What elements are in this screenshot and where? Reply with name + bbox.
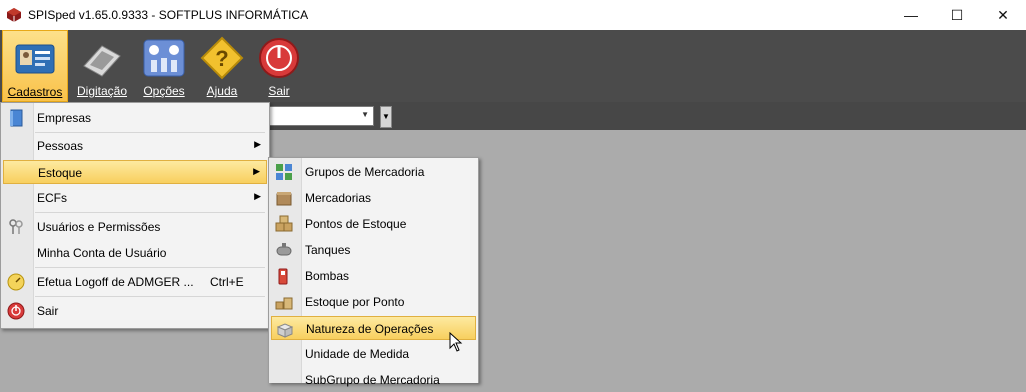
combo-options-button[interactable]: ▼ bbox=[380, 106, 392, 128]
menu-item-estoque[interactable]: Estoque ▶ bbox=[3, 160, 267, 184]
submenu-arrow-icon: ▶ bbox=[254, 139, 261, 149]
menu-separator bbox=[35, 132, 265, 133]
company-select[interactable]: ▼ bbox=[268, 106, 374, 126]
menu-item-ecfs[interactable]: ECFs ▶ bbox=[3, 186, 267, 210]
id-card-icon bbox=[15, 44, 55, 74]
toolbar-label-sair: Sair bbox=[268, 84, 290, 98]
mouse-cursor-icon bbox=[449, 332, 463, 352]
stock-icon bbox=[275, 297, 293, 310]
title-bar: SPISped v1.65.0.9333 - SOFTPLUS INFORMÁT… bbox=[0, 0, 1026, 30]
submenu-arrow-icon: ▶ bbox=[253, 166, 260, 176]
menu-item-mercadorias[interactable]: Mercadorias bbox=[271, 186, 476, 210]
menu-item-subgrupo-mercadoria[interactable]: SubGrupo de Mercadoria bbox=[271, 368, 476, 392]
toolbar-label-opcoes: Opções bbox=[143, 84, 185, 98]
menu-item-label: Minha Conta de Usuário bbox=[37, 246, 167, 260]
menu-item-label: Pontos de Estoque bbox=[305, 217, 407, 231]
menu-item-grupos-mercadoria[interactable]: Grupos de Mercadoria bbox=[271, 160, 476, 184]
toolbar-button-cadastros[interactable]: Cadastros bbox=[2, 30, 68, 102]
toolbar-button-digitacao[interactable]: Digitação bbox=[72, 30, 132, 102]
menu-item-label: Usuários e Permissões bbox=[37, 220, 161, 234]
menu-item-label: Tanques bbox=[305, 243, 351, 257]
menu-item-sair[interactable]: Sair bbox=[3, 299, 267, 323]
menu-item-label: Empresas bbox=[37, 111, 92, 125]
menu-item-label: Estoque bbox=[38, 166, 83, 180]
menu-item-estoque-por-ponto[interactable]: Estoque por Ponto bbox=[271, 290, 476, 314]
settings-panel-icon bbox=[143, 39, 185, 77]
toolbar-button-ajuda[interactable]: ? Ajuda bbox=[196, 30, 248, 102]
maximize-button[interactable]: ☐ bbox=[934, 0, 980, 30]
power-icon bbox=[7, 302, 25, 320]
menu-item-label: Mercadorias bbox=[305, 191, 372, 205]
menu-item-efetua-logoff[interactable]: Efetua Logoff de ADMGER ... Ctrl+E bbox=[3, 270, 267, 294]
minimize-button[interactable]: — bbox=[888, 0, 934, 30]
menu-item-pessoas[interactable]: Pessoas ▶ bbox=[3, 134, 267, 158]
toolbar-label-cadastros: Cadastros bbox=[7, 85, 63, 99]
power-icon bbox=[259, 38, 299, 78]
boxes-icon bbox=[275, 215, 293, 232]
chevron-down-icon: ▼ bbox=[361, 110, 369, 119]
menu-item-natureza-operacoes[interactable]: Natureza de Operações bbox=[271, 316, 476, 340]
help-icon: ? bbox=[200, 36, 244, 80]
book-icon bbox=[10, 109, 23, 127]
menu-item-label: Efetua Logoff de ADMGER ... bbox=[37, 275, 194, 289]
menu-item-usuarios-permissoes[interactable]: Usuários e Permissões bbox=[3, 215, 267, 239]
open-box-icon bbox=[276, 323, 294, 338]
grid-icon bbox=[276, 164, 292, 180]
menu-item-minha-conta[interactable]: Minha Conta de Usuário bbox=[3, 241, 267, 265]
menu-item-pontos-estoque[interactable]: Pontos de Estoque bbox=[271, 212, 476, 236]
main-toolbar: Cadastros Digitação Opções ? Ajuda Sair bbox=[0, 30, 1026, 102]
estoque-submenu: Grupos de Mercadoria Mercadorias Pontos … bbox=[268, 157, 479, 387]
keyboard-icon bbox=[83, 45, 121, 77]
menu-item-shortcut: Ctrl+E bbox=[210, 275, 244, 289]
menu-item-label: SubGrupo de Mercadoria bbox=[305, 373, 440, 387]
menu-separator bbox=[35, 296, 265, 297]
window-title: SPISped v1.65.0.9333 - SOFTPLUS INFORMÁT… bbox=[28, 8, 309, 22]
toolbar-button-sair[interactable]: Sair bbox=[252, 30, 306, 102]
menu-separator bbox=[35, 212, 265, 213]
menu-item-unidade-medida[interactable]: Unidade de Medida bbox=[271, 342, 476, 366]
submenu-arrow-icon: ▶ bbox=[254, 191, 261, 201]
menu-item-tanques[interactable]: Tanques bbox=[271, 238, 476, 262]
toolbar-label-ajuda: Ajuda bbox=[206, 84, 238, 98]
menu-item-label: Pessoas bbox=[37, 139, 84, 153]
cadastros-menu: Empresas Pessoas ▶ Estoque ▶ ECFs ▶ Usuá… bbox=[0, 102, 270, 329]
menu-item-bombas[interactable]: Bombas bbox=[271, 264, 476, 288]
menu-item-label: Bombas bbox=[305, 269, 350, 283]
menu-item-empresas[interactable]: Empresas bbox=[3, 106, 267, 130]
toolbar-button-opcoes[interactable]: Opções bbox=[136, 30, 192, 102]
toolbar-label-digitacao: Digitação bbox=[76, 84, 128, 98]
menu-item-label: ECFs bbox=[37, 191, 67, 205]
menu-separator bbox=[35, 267, 265, 268]
keys-icon bbox=[9, 219, 23, 234]
tank-icon bbox=[276, 243, 292, 256]
svg-text:?: ? bbox=[215, 46, 228, 71]
box-icon bbox=[276, 192, 292, 206]
clock-icon bbox=[7, 273, 25, 291]
menu-item-label: Estoque por Ponto bbox=[305, 295, 405, 309]
fuel-pump-icon bbox=[278, 268, 288, 285]
app-logo-icon bbox=[7, 8, 21, 22]
menu-item-label: Natureza de Operações bbox=[306, 322, 434, 336]
close-button[interactable]: ✕ bbox=[980, 0, 1026, 30]
menu-item-label: Grupos de Mercadoria bbox=[305, 165, 425, 179]
menu-item-label: Sair bbox=[37, 304, 59, 318]
menu-item-label: Unidade de Medida bbox=[305, 347, 410, 361]
